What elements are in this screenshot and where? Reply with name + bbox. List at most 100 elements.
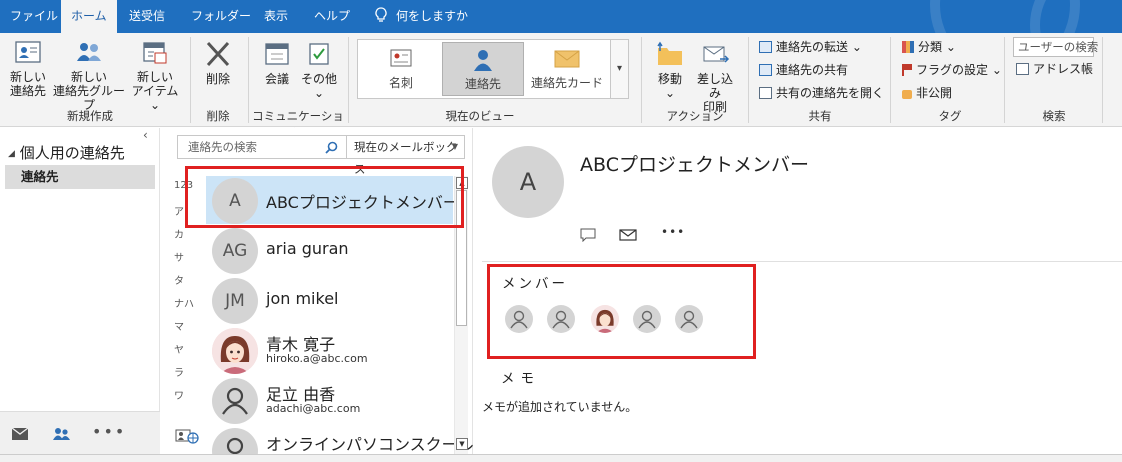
collapse-folder-pane-button[interactable]: ‹ [143,128,148,142]
other-label: その他 [300,72,337,86]
flag-icon [902,64,912,76]
tab-file[interactable]: ファイル [0,0,68,33]
contact-card-list-item[interactable]: AG aria guran [206,226,453,274]
address-book-icon [1016,63,1029,75]
forward-contact-button[interactable]: 連絡先の転送 ⌄ [759,39,862,55]
open-shared-icon [759,87,772,99]
index-letter[interactable]: ナハ [174,295,194,310]
more-apps-icon[interactable]: ••• [92,422,126,441]
chat-icon[interactable] [580,228,596,242]
new-contact-label-1: 新しい [9,70,46,84]
more-actions-icon[interactable]: ••• [661,225,685,239]
private-button[interactable]: 非公開 [902,85,952,101]
tab-view[interactable]: 表示 [254,0,298,33]
open-shared-label: 共有の連絡先を開く [776,86,885,100]
index-letter[interactable]: タ [174,272,184,287]
delete-button[interactable]: 削除 [196,39,240,86]
mail-merge-button[interactable]: 差し込み 印刷 [692,39,738,114]
group-label-new: 新規作成 [67,109,113,123]
memo-text: メモが追加されていません。 [482,400,638,414]
view-business-card[interactable]: 名刺 [360,42,442,96]
view-people[interactable]: 連絡先 [442,42,524,96]
avatar-photo [212,328,258,374]
lightbulb-icon [375,7,387,22]
ribbon: 新しい 連絡先 新しい 連絡先グループ 新しい アイテム ⌄ 新規作成 削除 削… [0,33,1122,139]
navigation-bar: ••• [0,411,160,456]
other-caret: ⌄ [313,86,325,100]
gallery-more-button[interactable]: ▾ [610,40,628,98]
follow-up-button[interactable]: フラグの設定 ⌄ [902,62,1002,78]
index-letter[interactable]: ア [174,203,184,218]
new-item-label-1: 新しい [136,70,173,84]
ribbon-tab-bar: ファイル ホーム 送受信 フォルダー 表示 ヘルプ 何をしますか [0,0,1122,33]
search-people-placeholder: ユーザーの検索 [1018,40,1099,54]
delete-label: 削除 [205,72,230,86]
people-icon[interactable] [51,426,71,442]
online-directory-icon[interactable] [175,428,199,444]
mail-icon[interactable] [11,427,29,441]
search-icon[interactable] [325,141,338,154]
index-letter[interactable]: ワ [174,387,184,402]
categorize-button[interactable]: 分類 ⌄ [902,39,956,55]
new-items-button[interactable]: 新しい アイテム ⌄ [128,39,182,112]
envelope-card-icon [554,50,580,68]
group-label-share: 共有 [808,109,832,123]
group-avatar: A [492,146,564,218]
group-label-find: 検索 [1042,109,1066,123]
search-scope-dropdown[interactable]: 現在のメールボックス ▼ [347,135,465,176]
group-separator [1004,37,1005,123]
forward-contact-icon [759,41,772,53]
tab-home[interactable]: ホーム [61,0,117,33]
woman-avatar-icon [212,328,258,374]
meeting-label: 会議 [264,72,289,86]
contact-name: aria guran [266,239,349,258]
index-letter[interactable]: ヤ [174,341,184,356]
tab-help[interactable]: ヘルプ [304,0,360,33]
group-label-delete: 削除 [206,109,230,123]
tab-folder[interactable]: フォルダー [181,0,261,33]
tell-me-label: 何をしますか [396,9,469,23]
view-contact-card[interactable]: 連絡先カード [526,42,608,96]
contact-card-list-item[interactable]: JM jon mikel [206,276,453,324]
index-letter[interactable]: サ [174,249,184,264]
meeting-button[interactable]: 会議 [256,39,298,86]
search-people-input[interactable]: ユーザーの検索 [1013,37,1098,57]
move-button[interactable]: 移動 ⌄ [648,39,692,100]
index-letter[interactable]: マ [174,318,184,333]
group-separator [1102,37,1103,123]
scroll-down-icon[interactable]: ▼ [456,438,468,450]
highlight-box [185,166,464,228]
share-contacts-button[interactable]: 連絡先の共有 [759,62,848,78]
my-contacts-header[interactable]: ◢ 個人用の連絡先 [8,142,125,163]
open-shared-contacts-button[interactable]: 共有の連絡先を開く [759,85,884,101]
group-label-actions: アクション [666,109,724,123]
contact-email: adachi@abc.com [266,402,361,415]
new-group-label-1: 新しい [70,70,107,84]
new-contact-button[interactable]: 新しい 連絡先 [6,39,50,98]
address-book-label: アドレス帳 [1033,62,1094,76]
folder-move-icon [657,41,682,65]
index-letter[interactable]: ラ [174,364,184,379]
share-contacts-label: 連絡先の共有 [776,63,849,77]
share-contacts-icon [759,64,772,76]
search-contacts-input[interactable]: 連絡先の検索 [177,135,347,159]
contact-card-list-item[interactable]: 足立 由香 adachi@abc.com [206,376,453,424]
tell-me-search[interactable]: 何をしますか [364,0,478,33]
address-book-button[interactable]: アドレス帳 [1016,61,1093,77]
forward-contact-label: 連絡先の転送 ⌄ [776,40,862,54]
new-contact-group-button[interactable]: 新しい 連絡先グループ [51,39,127,112]
folder-pane: ‹ ◢ 個人用の連絡先 連絡先 ••• [0,128,160,462]
new-contact-label-2: 連絡先 [9,84,46,98]
index-letter[interactable]: カ [174,226,184,241]
group-separator [748,37,749,123]
contact-card-list-item[interactable]: 青木 寛子 hiroko.a@abc.com [206,326,453,374]
view-people-label: 連絡先 [464,77,501,91]
calendar-icon [265,43,289,65]
email-icon[interactable] [619,228,637,242]
folder-contacts[interactable]: 連絡先 [5,165,155,189]
expand-triangle-icon: ◢ [8,149,15,159]
more-communicate-button[interactable]: その他 ⌄ [298,39,340,100]
tab-send-receive[interactable]: 送受信 [119,0,175,33]
avatar-placeholder [212,378,258,424]
contact-card-icon [15,41,41,63]
